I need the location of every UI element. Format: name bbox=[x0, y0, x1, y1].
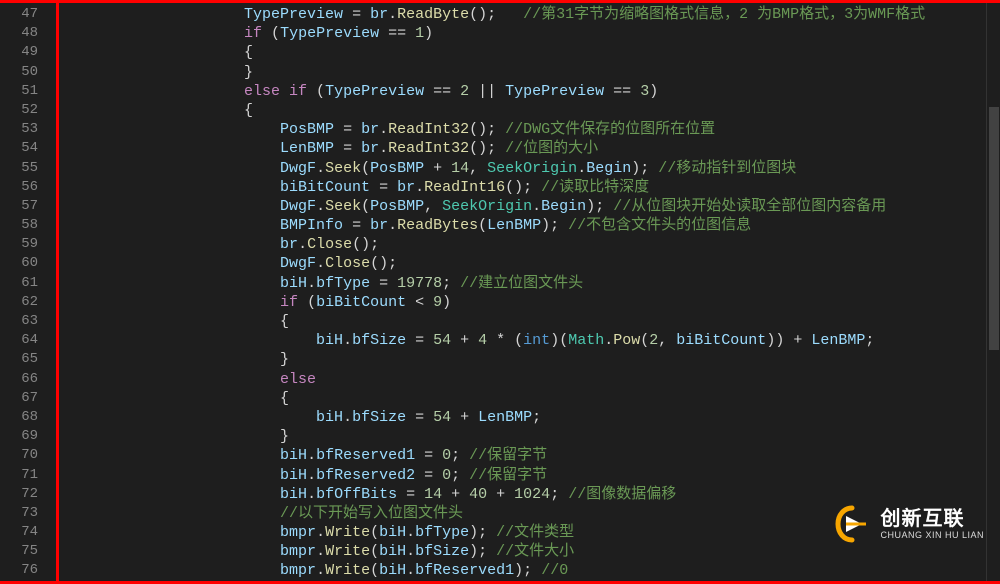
line-number: 58 bbox=[0, 216, 38, 235]
code-line[interactable]: BMPInfo = br.ReadBytes(LenBMP); //不包含文件头… bbox=[64, 216, 1000, 235]
vertical-scrollbar[interactable] bbox=[986, 3, 1000, 581]
line-number: 56 bbox=[0, 178, 38, 197]
line-number: 48 bbox=[0, 24, 38, 43]
code-line[interactable]: { bbox=[64, 101, 1000, 120]
line-number: 52 bbox=[0, 101, 38, 120]
line-number: 76 bbox=[0, 561, 38, 580]
line-number: 53 bbox=[0, 120, 38, 139]
line-number: 47 bbox=[0, 5, 38, 24]
line-number: 64 bbox=[0, 331, 38, 350]
code-line[interactable]: bmpr.Write(biH.bfReserved1); //0 bbox=[64, 561, 1000, 580]
code-line[interactable]: bmpr.Write(biH.bfSize); //文件大小 bbox=[64, 542, 1000, 561]
code-line[interactable]: biH.bfReserved1 = 0; //保留字节 bbox=[64, 446, 1000, 465]
watermark-text: 创新互联 CHUANG XIN HU LIAN bbox=[880, 509, 984, 540]
code-line[interactable]: DwgF.Close(); bbox=[64, 254, 1000, 273]
watermark-text-en: CHUANG XIN HU LIAN bbox=[880, 531, 984, 540]
code-line[interactable]: DwgF.Seek(PosBMP + 14, SeekOrigin.Begin)… bbox=[64, 159, 1000, 178]
line-number: 63 bbox=[0, 312, 38, 331]
code-line[interactable]: if (TypePreview == 1) bbox=[64, 24, 1000, 43]
code-line[interactable]: biH.bfSize = 54 + LenBMP; bbox=[64, 408, 1000, 427]
code-line[interactable]: else if (TypePreview == 2 || TypePreview… bbox=[64, 82, 1000, 101]
line-number: 70 bbox=[0, 446, 38, 465]
line-number: 69 bbox=[0, 427, 38, 446]
code-line[interactable]: biH.bfOffBits = 14 + 40 + 1024; //图像数据偏移 bbox=[64, 485, 1000, 504]
code-line[interactable]: } bbox=[64, 350, 1000, 369]
code-line[interactable]: LenBMP = br.ReadInt32(); //位图的大小 bbox=[64, 139, 1000, 158]
line-number: 74 bbox=[0, 523, 38, 542]
code-line[interactable]: { bbox=[64, 43, 1000, 62]
watermark-logo-icon bbox=[832, 504, 872, 544]
line-number: 49 bbox=[0, 43, 38, 62]
code-content[interactable]: TypePreview = br.ReadByte(); //第31字节为缩略图… bbox=[56, 3, 1000, 581]
watermark-text-cn: 创新互联 bbox=[880, 509, 984, 529]
line-number: 51 bbox=[0, 82, 38, 101]
line-number: 54 bbox=[0, 139, 38, 158]
code-line[interactable]: biH.bfSize = 54 + 4 * (int)(Math.Pow(2, … bbox=[64, 331, 1000, 350]
code-line[interactable]: br.Close(); bbox=[64, 235, 1000, 254]
code-area[interactable]: TypePreview = br.ReadByte(); //第31字节为缩略图… bbox=[56, 3, 1000, 581]
line-number: 66 bbox=[0, 370, 38, 389]
line-number: 68 bbox=[0, 408, 38, 427]
line-number: 75 bbox=[0, 542, 38, 561]
fold-indicator-bar bbox=[56, 3, 59, 581]
line-number: 59 bbox=[0, 235, 38, 254]
code-line[interactable]: PosBMP = br.ReadInt32(); //DWG文件保存的位图所在位… bbox=[64, 120, 1000, 139]
line-number: 62 bbox=[0, 293, 38, 312]
code-line[interactable]: else bbox=[64, 370, 1000, 389]
line-number: 65 bbox=[0, 350, 38, 369]
code-line[interactable]: biH.bfType = 19778; //建立位图文件头 bbox=[64, 274, 1000, 293]
line-number: 73 bbox=[0, 504, 38, 523]
code-line[interactable]: biBitCount = br.ReadInt16(); //读取比特深度 bbox=[64, 178, 1000, 197]
line-number: 67 bbox=[0, 389, 38, 408]
line-number: 57 bbox=[0, 197, 38, 216]
scrollbar-thumb[interactable] bbox=[989, 107, 999, 350]
code-line[interactable]: { bbox=[64, 389, 1000, 408]
code-line[interactable]: } bbox=[64, 427, 1000, 446]
line-number: 72 bbox=[0, 485, 38, 504]
watermark: 创新互联 CHUANG XIN HU LIAN bbox=[832, 504, 984, 544]
code-line[interactable]: TypePreview = br.ReadByte(); //第31字节为缩略图… bbox=[64, 5, 1000, 24]
code-line[interactable]: if (biBitCount < 9) bbox=[64, 293, 1000, 312]
line-number: 71 bbox=[0, 466, 38, 485]
code-line[interactable]: } bbox=[64, 63, 1000, 82]
line-number: 60 bbox=[0, 254, 38, 273]
line-number: 55 bbox=[0, 159, 38, 178]
line-number: 50 bbox=[0, 63, 38, 82]
code-line[interactable]: DwgF.Seek(PosBMP, SeekOrigin.Begin); //从… bbox=[64, 197, 1000, 216]
code-line[interactable]: biH.bfReserved2 = 0; //保留字节 bbox=[64, 466, 1000, 485]
code-line[interactable]: { bbox=[64, 312, 1000, 331]
code-editor: 4748495051525354555657585960616263646566… bbox=[0, 0, 1000, 584]
line-number: 61 bbox=[0, 274, 38, 293]
line-number-gutter: 4748495051525354555657585960616263646566… bbox=[0, 3, 56, 581]
